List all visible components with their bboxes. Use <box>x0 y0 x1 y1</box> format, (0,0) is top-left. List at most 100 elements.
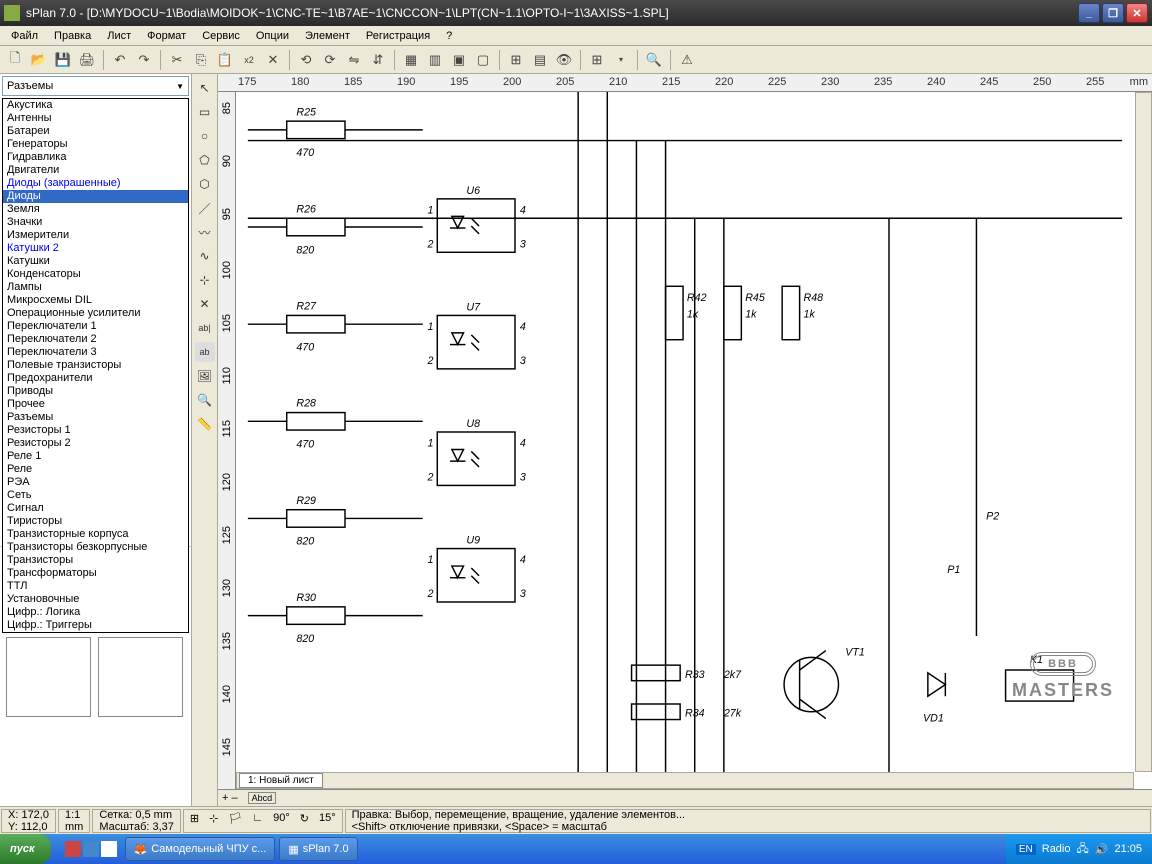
grid-menu-icon[interactable]: ▾ <box>610 49 632 71</box>
category-item[interactable]: Резисторы 1 <box>3 424 188 437</box>
category-item[interactable]: Акустика <box>3 99 188 112</box>
category-item[interactable]: Батареи <box>3 125 188 138</box>
close-button[interactable]: ✕ <box>1126 3 1148 23</box>
category-item[interactable]: Транзисторы <box>3 554 188 567</box>
category-item[interactable]: Операционные усилители <box>3 307 188 320</box>
category-item[interactable]: Измерители <box>3 229 188 242</box>
paste-icon[interactable]: 📋 <box>214 49 236 71</box>
category-item[interactable]: Реле <box>3 463 188 476</box>
menu-element[interactable]: Элемент <box>298 28 357 44</box>
category-item[interactable]: Земля <box>3 203 188 216</box>
menu-register[interactable]: Регистрация <box>359 28 437 44</box>
category-item[interactable]: Диоды <box>3 190 188 203</box>
snap-icon[interactable]: ⊹ <box>209 812 218 830</box>
grid-icon[interactable]: ⊞ <box>586 49 608 71</box>
category-item[interactable]: РЭА <box>3 476 188 489</box>
new-icon[interactable]: 🗋 <box>4 49 26 71</box>
measure-tool-icon[interactable]: 📏 <box>195 414 215 434</box>
text-tool-icon[interactable]: ab| <box>195 318 215 338</box>
angle-icon[interactable]: ∟ <box>252 812 263 830</box>
menu-file[interactable]: Файл <box>4 28 45 44</box>
rotate-r-icon[interactable]: ⟳ <box>319 49 341 71</box>
task-firefox[interactable]: 🦊 Самодельный ЧПУ с... <box>125 837 276 861</box>
open-icon[interactable]: 📂 <box>28 49 50 71</box>
category-item[interactable]: ТТЛ <box>3 580 188 593</box>
star-tool-icon[interactable]: ⬡ <box>195 174 215 194</box>
category-item[interactable]: Предохранители <box>3 372 188 385</box>
category-item[interactable]: Тиристоры <box>3 515 188 528</box>
schematic-canvas[interactable]: R25470R26820R27470R28470R29820R30820 U61… <box>236 92 1134 772</box>
back-icon[interactable]: ▢ <box>472 49 494 71</box>
zoom-icon[interactable]: 🔍 <box>643 49 665 71</box>
category-item[interactable]: Значки <box>3 216 188 229</box>
category-item[interactable]: Реле 1 <box>3 450 188 463</box>
thumb-3[interactable] <box>6 637 91 717</box>
vertical-scrollbar[interactable] <box>1135 92 1152 772</box>
menu-help[interactable]: ? <box>439 28 459 44</box>
category-item[interactable]: Катушки 2 <box>3 242 188 255</box>
zoom-tool-icon[interactable]: 🔍 <box>195 390 215 410</box>
circle-tool-icon[interactable]: ○ <box>195 126 215 146</box>
ungroup-icon[interactable]: ▥ <box>424 49 446 71</box>
category-item[interactable]: Транзисторы безкорпусные <box>3 541 188 554</box>
menu-options[interactable]: Опции <box>249 28 296 44</box>
category-item[interactable]: Транзисторные корпуса <box>3 528 188 541</box>
line-tool-icon[interactable]: ／ <box>195 198 215 218</box>
save-icon[interactable]: 💾 <box>52 49 74 71</box>
warn-icon[interactable]: ⚠ <box>676 49 698 71</box>
category-item[interactable]: Лампы <box>3 281 188 294</box>
category-item[interactable]: Полевые транзисторы <box>3 359 188 372</box>
category-item[interactable]: Трансформаторы <box>3 567 188 580</box>
pointer-tool-icon[interactable]: ↖ <box>195 78 215 98</box>
category-item[interactable]: Двигатели <box>3 164 188 177</box>
category-item[interactable]: Антенны <box>3 112 188 125</box>
category-dropdown[interactable]: АкустикаАнтенныБатареиГенераторыГидравли… <box>2 98 189 633</box>
menu-service[interactable]: Сервис <box>195 28 247 44</box>
lang-indicator[interactable]: EN <box>1016 844 1036 855</box>
tray-radio[interactable]: Radio <box>1042 843 1071 855</box>
category-item[interactable]: Разъемы <box>3 411 188 424</box>
thumb-4[interactable] <box>98 637 183 717</box>
menu-format[interactable]: Формат <box>140 28 193 44</box>
category-item[interactable]: Сигнал <box>3 502 188 515</box>
start-button[interactable]: пуск <box>0 834 51 864</box>
x2-icon[interactable]: x2 <box>238 49 260 71</box>
group-icon[interactable]: ▦ <box>400 49 422 71</box>
image-tool-icon[interactable]: 🖼 <box>195 366 215 386</box>
clock[interactable]: 21:05 <box>1114 843 1142 855</box>
rotate-icon[interactable]: ↻ <box>300 812 309 830</box>
flip-v-icon[interactable]: ⇵ <box>367 49 389 71</box>
menu-edit[interactable]: Правка <box>47 28 98 44</box>
rotate-l-icon[interactable]: ⟲ <box>295 49 317 71</box>
category-combo[interactable]: Разъемы▼ <box>2 76 189 96</box>
abcd-button[interactable]: Abcd <box>248 792 277 804</box>
sheet-tab[interactable]: 1: Новый лист <box>239 773 323 788</box>
textbox-tool-icon[interactable]: ab <box>195 342 215 362</box>
flip-h-icon[interactable]: ⇋ <box>343 49 365 71</box>
category-item[interactable]: Приводы <box>3 385 188 398</box>
maximize-button[interactable]: ❐ <box>1102 3 1124 23</box>
category-item[interactable]: Резисторы 2 <box>3 437 188 450</box>
node-tool-icon[interactable]: ⊹ <box>195 270 215 290</box>
find-icon[interactable]: 👁 <box>553 49 575 71</box>
grid-toggle-icon[interactable]: ⊞ <box>190 812 199 830</box>
ql-icon-3[interactable] <box>101 841 117 857</box>
category-item[interactable]: Переключатели 2 <box>3 333 188 346</box>
category-item[interactable]: Прочее <box>3 398 188 411</box>
horizontal-scrollbar[interactable]: 1: Новый лист <box>236 772 1134 789</box>
list-icon[interactable]: ▤ <box>529 49 551 71</box>
category-item[interactable]: Диоды (закрашенные) <box>3 177 188 190</box>
category-item[interactable]: Конденсаторы <box>3 268 188 281</box>
minimize-button[interactable]: _ <box>1078 3 1100 23</box>
comp-icon[interactable]: ⊞ <box>505 49 527 71</box>
ql-icon-1[interactable] <box>65 841 81 857</box>
category-item[interactable]: Генераторы <box>3 138 188 151</box>
category-item[interactable]: Установочные <box>3 593 188 606</box>
ql-icon-2[interactable] <box>83 841 99 857</box>
zoom-plus-icon[interactable]: + – <box>222 792 238 804</box>
print-icon[interactable]: 🖨 <box>76 49 98 71</box>
menu-sheet[interactable]: Лист <box>100 28 138 44</box>
category-item[interactable]: Гидравлика <box>3 151 188 164</box>
category-item[interactable]: Переключатели 1 <box>3 320 188 333</box>
redo-icon[interactable]: ↷ <box>133 49 155 71</box>
